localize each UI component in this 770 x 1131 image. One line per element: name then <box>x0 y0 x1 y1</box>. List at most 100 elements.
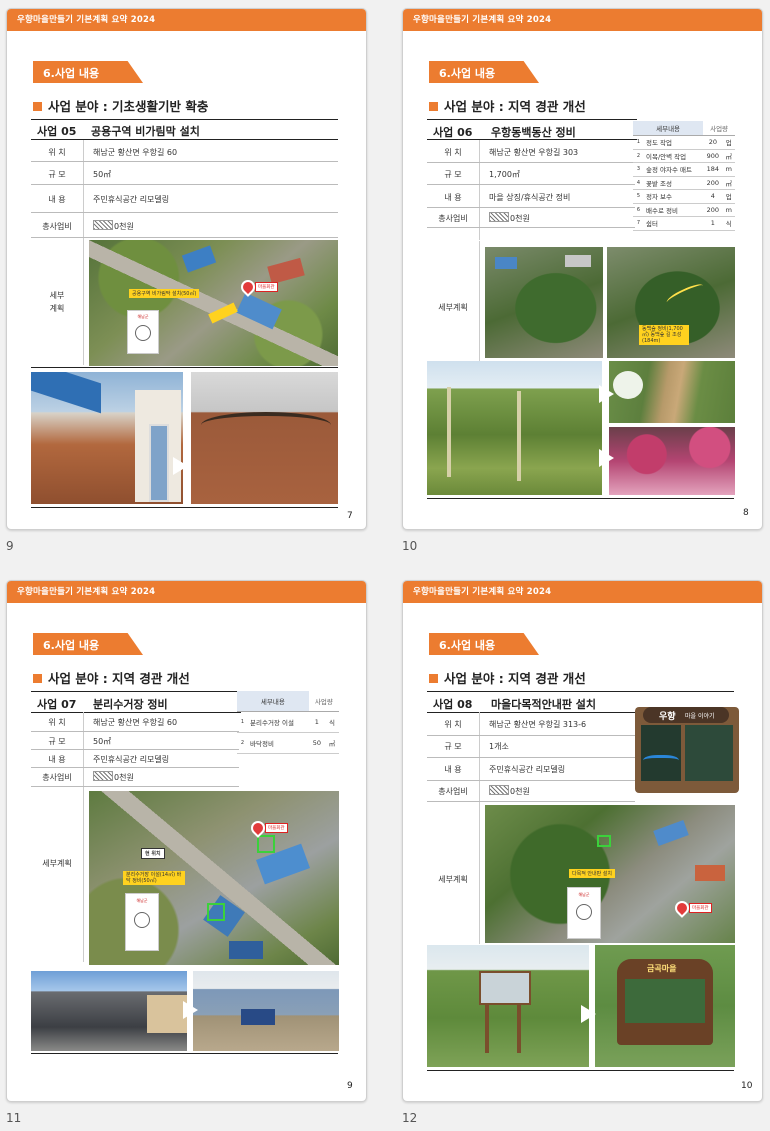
row-unit: m <box>722 203 735 217</box>
value-content: 주민휴식공간 리모델링 <box>489 765 566 774</box>
table-row: 5 정자 보수 4 업 <box>633 189 735 204</box>
row-divider <box>31 786 239 787</box>
footer-rule <box>427 1070 734 1071</box>
flower-path-photo <box>609 361 735 423</box>
field-title: 사업 분야 : 지역 경관 개선 <box>33 668 190 687</box>
slide-page-9[interactable]: 우향마을만들기 기본계획 요약 2024 6.사업 내용 사업 분야 : 지역 … <box>6 580 367 1102</box>
row-unit: ㎡ <box>722 149 735 163</box>
map-tag-plan: 분리수거장 이설(14㎡) 바닥 정비(50㎡) <box>123 871 185 885</box>
map-tag: 동백숲 정비(1,700㎡) 동백숲 길 조성(184m) <box>639 325 689 345</box>
value-cost: 0천원 <box>93 220 134 232</box>
row-item: 분리수거장 이설 <box>248 711 309 733</box>
map-legend: 해남군 <box>127 310 159 354</box>
roof-shape <box>495 257 517 269</box>
map-tag: 다목적 안내판 설치 <box>569 869 615 878</box>
footer-rule <box>31 507 338 508</box>
table-row: 6 배수로 정비 200 m <box>633 203 735 217</box>
header-text: 우향마을만들기 기본계획 요약 2024 <box>17 15 156 25</box>
row-qty: 200 <box>703 176 723 190</box>
roof-shape <box>236 292 282 330</box>
row-number: 5 <box>633 189 644 204</box>
row-qty: 20 <box>703 135 723 150</box>
field-title: 사업 분야 : 지역 경관 개선 <box>429 668 586 687</box>
row-item: 숲정 야자수 매트 <box>644 162 704 177</box>
aerial-map-photo: 다목적 안내판 설치 마을회관 해남군 <box>485 805 735 943</box>
label-content: 내 용 <box>48 755 66 764</box>
project-number: 사업 05 <box>37 125 77 138</box>
sign-post <box>485 1003 489 1053</box>
row-qty: 200 <box>703 203 723 217</box>
project-number: 사업 07 <box>37 698 77 711</box>
arrow-icon <box>173 457 188 475</box>
square-bullet-icon <box>33 102 42 111</box>
arrow-icon <box>183 1001 198 1019</box>
row-item: 바닥정비 <box>248 732 309 754</box>
label-location: 위 치 <box>444 148 462 157</box>
table-header-rule <box>31 139 338 140</box>
row-item: 꽃밭 조성 <box>644 176 704 190</box>
row-divider <box>427 780 635 781</box>
forest-photo <box>427 361 602 495</box>
label-cost: 총사업비 <box>438 214 468 223</box>
slide-page-10[interactable]: 우향마을만들기 기본계획 요약 2024 6.사업 내용 사업 분야 : 지역 … <box>402 580 763 1102</box>
table-top-rule <box>31 691 241 692</box>
row-divider <box>31 767 239 768</box>
pin-label: 마을회관 <box>689 903 712 913</box>
square-bullet-icon <box>33 674 42 683</box>
table-row: 7 쉼터 1 식 <box>633 216 735 231</box>
column-divider <box>479 140 480 240</box>
table-top-rule <box>31 119 338 120</box>
row-divider <box>31 161 338 162</box>
table-bottom-rule <box>31 367 338 368</box>
row-number: 6 <box>633 203 644 217</box>
table-row: 3 숲정 야자수 매트 184 m <box>633 162 735 177</box>
map-legend: 해남군 <box>125 893 159 951</box>
column-divider <box>83 140 84 365</box>
header-text: 우향마을만들기 기본계획 요약 2024 <box>413 587 552 597</box>
slide-header: 우향마을만들기 기본계획 요약 2024 <box>7 9 366 31</box>
slide-caption: 9 <box>6 539 14 553</box>
table-row: 2 바닥정비 50 ㎡ <box>237 732 339 754</box>
label-cost: 총사업비 <box>438 787 468 796</box>
arrow-icon <box>599 449 614 467</box>
label-cost: 총사업비 <box>42 222 72 231</box>
new-sign: 금곡마을 <box>617 959 713 1045</box>
flowers <box>613 371 643 399</box>
compass-icon <box>134 912 150 928</box>
slide-page-8[interactable]: 우향마을만들기 기본계획 요약 2024 6.사업 내용 사업 분야 : 지역 … <box>402 8 763 530</box>
sign-post <box>517 1003 521 1053</box>
project-name: 분리수거장 정비 <box>93 698 168 711</box>
highlight-area <box>207 903 225 921</box>
value-location: 해남군 황산면 우항길 313-6 <box>489 720 587 729</box>
row-item: 정도 작업 <box>644 135 704 150</box>
row-divider <box>427 227 635 228</box>
map-legend: 해남군 <box>567 887 601 939</box>
roof-shape <box>653 820 689 846</box>
highlight-area <box>597 835 611 847</box>
row-number: 1 <box>633 135 644 150</box>
value-scale: 50㎡ <box>93 170 112 179</box>
row-unit: 식 <box>722 216 735 231</box>
row-divider <box>31 184 338 185</box>
row-divider <box>31 749 239 750</box>
table-header-rule <box>31 712 241 713</box>
table-row: 4 꽃밭 조성 200 ㎡ <box>633 176 735 190</box>
table-header-qty: 사업량 <box>703 121 735 136</box>
aerial-map-photo: 공용구역 비가림막 설치(50㎡) 마을회관 해남군 <box>89 240 338 366</box>
before-photo <box>31 372 183 504</box>
row-number: 1 <box>237 711 248 733</box>
header-text: 우향마을만들기 기본계획 요약 2024 <box>17 587 156 597</box>
table-row: 1 분리수거장 이설 1 식 <box>237 711 339 733</box>
arrow-icon <box>581 1005 596 1023</box>
column-divider <box>479 241 480 361</box>
roof-shape <box>267 257 305 285</box>
row-item: 정자 보수 <box>644 189 704 204</box>
path-line <box>664 281 706 307</box>
field-title: 사업 분야 : 기초생활기반 확충 <box>33 96 208 115</box>
aerial-map-photo: 현 위치 분리수거장 이설(14㎡) 바닥 정비(50㎡) 마을회관 해남군 <box>89 791 339 965</box>
highlight-area <box>208 302 238 324</box>
pin-label: 마을회관 <box>265 823 288 833</box>
slide-page-7[interactable]: 우향마을만들기 기본계획 요약 2024 6.사업 내용 사업 분야 : 기초생… <box>6 8 367 530</box>
row-unit: 업 <box>722 189 735 204</box>
redacted-amount-hatch <box>93 220 113 230</box>
